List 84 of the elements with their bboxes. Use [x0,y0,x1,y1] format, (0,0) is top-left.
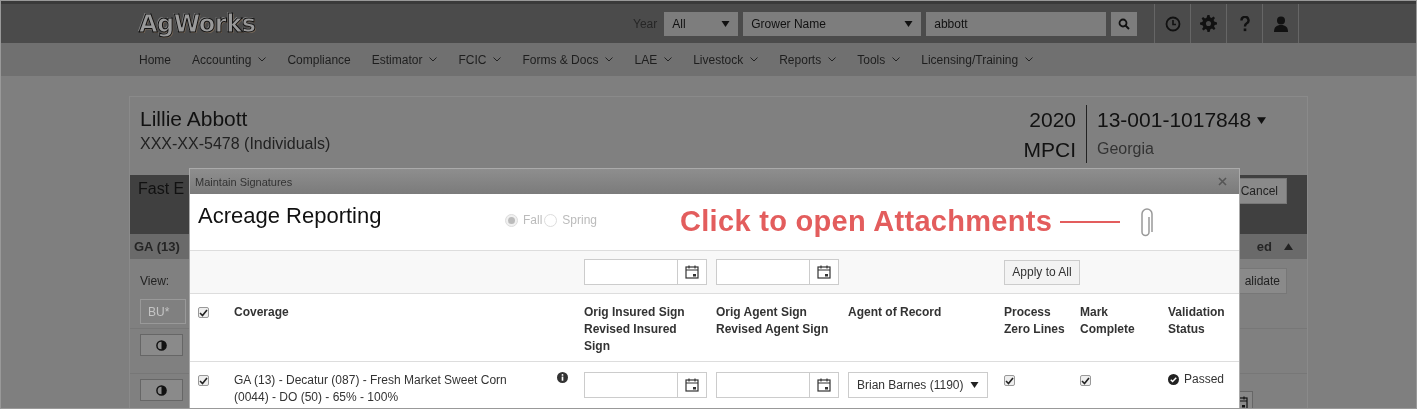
contrast-icon [156,384,167,396]
annotation-text: Click to open Attachments [680,204,1053,238]
chevron-icon [750,57,759,62]
user-icon [1273,15,1288,32]
column-header: Agent of Record [848,304,943,321]
policy-state: Georgia [1097,139,1155,159]
mark-complete-checkbox[interactable] [1080,375,1091,386]
nav-item[interactable]: FCIC [458,52,502,67]
process-zero-checkbox[interactable] [1004,375,1015,386]
column-header: Orig Agent Sign Revised Agent Sign [716,304,830,338]
view-label: View: [140,274,170,288]
date-field[interactable] [716,372,839,398]
chevron-icon [892,57,901,62]
season-label: Fall [523,213,543,227]
chevron-icon [664,57,673,62]
chevron-icon [828,57,837,62]
contrast-icon [156,339,167,351]
nav-item[interactable]: Forms & Docs [522,52,614,67]
column-header: Orig Insured Sign Revised Insured Sign [584,304,686,355]
caret-icon [721,20,731,27]
row-checkbox[interactable] [198,375,209,386]
date-field[interactable] [584,372,707,398]
search-icon [1118,17,1131,30]
column-header: Coverage [234,304,290,321]
nav-item[interactable]: Compliance [287,52,351,67]
nav-item[interactable]: Accounting [192,52,267,67]
season-radio[interactable] [544,213,558,227]
calendar-icon[interactable] [685,378,699,392]
search-button[interactable] [1111,11,1138,36]
nav-item[interactable]: Tools [857,52,901,67]
help-icon [1239,15,1250,32]
chevron-icon [493,57,502,62]
nav-item[interactable]: Reports [779,52,837,67]
caret-icon[interactable] [1257,116,1267,124]
coverage-text: GA (13) - Decatur (087) - Fresh Market Sweet Corn (0044) - DO (50) - 65% - 100% [234,372,508,406]
contrast-button[interactable] [140,379,183,401]
clock-icon [1164,15,1181,32]
section-title: GA (13) [134,239,180,254]
column-header: Validation Status [1168,304,1226,338]
paperclip-icon[interactable] [1140,206,1155,238]
bu-field[interactable]: BU* [140,299,186,324]
nav-item[interactable]: Estimator [371,52,438,67]
policy-number[interactable]: 13-001-1017848 [1097,105,1252,135]
validation-status: Passed [1184,372,1225,386]
logo: AgWorks [139,9,257,38]
calendar-icon[interactable] [685,265,699,279]
chevron-icon [1025,57,1034,62]
search-field[interactable]: abbott [926,11,1107,36]
section-toggle[interactable]: ed [1256,239,1272,254]
info-icon[interactable] [557,372,568,383]
caret-icon [904,20,914,27]
chevron-icon [258,57,267,62]
nav-item[interactable]: LAE [634,52,673,67]
agent-select[interactable]: Brian Barnes (1190) [848,372,988,398]
crop-year: 2020 [1029,107,1076,133]
grower-id: XXX-XX-5478 (Individuals) [140,134,332,154]
chevron-icon [605,57,614,62]
check-circle-icon [1168,373,1179,385]
select-all-checkbox[interactable] [198,307,209,318]
column-header: Mark Complete [1080,304,1136,338]
plan-type: MPCI [1023,137,1076,163]
date-field[interactable] [716,259,839,285]
nav-item[interactable]: Livestock [693,52,759,67]
contrast-button[interactable] [140,334,183,356]
season-label: Spring [562,213,598,227]
apply-to-all-button[interactable]: Apply to All [1004,259,1080,285]
dialog-title: Maintain Signatures [195,175,293,188]
caret-up-icon[interactable] [1284,243,1293,250]
column-header: Process Zero Lines [1004,304,1066,338]
leader-line [1060,221,1121,223]
validate-button[interactable]: alidate [1237,268,1287,294]
grower-name: Lillie Abbott [140,106,249,132]
date-field[interactable] [584,259,707,285]
grower-select[interactable]: Grower Name [743,11,922,36]
calendar-icon[interactable] [817,265,831,279]
caret-icon [970,382,979,388]
season-radio[interactable] [505,213,518,227]
calendar-icon[interactable] [817,378,831,392]
dialog-heading: Acreage Reporting [198,203,383,229]
chevron-icon [429,57,438,62]
year-select[interactable]: All [664,11,739,36]
settings-icon [1200,15,1218,32]
nav-item[interactable]: Home [139,52,171,67]
nav-item[interactable]: Licensing/Training [921,52,1034,67]
